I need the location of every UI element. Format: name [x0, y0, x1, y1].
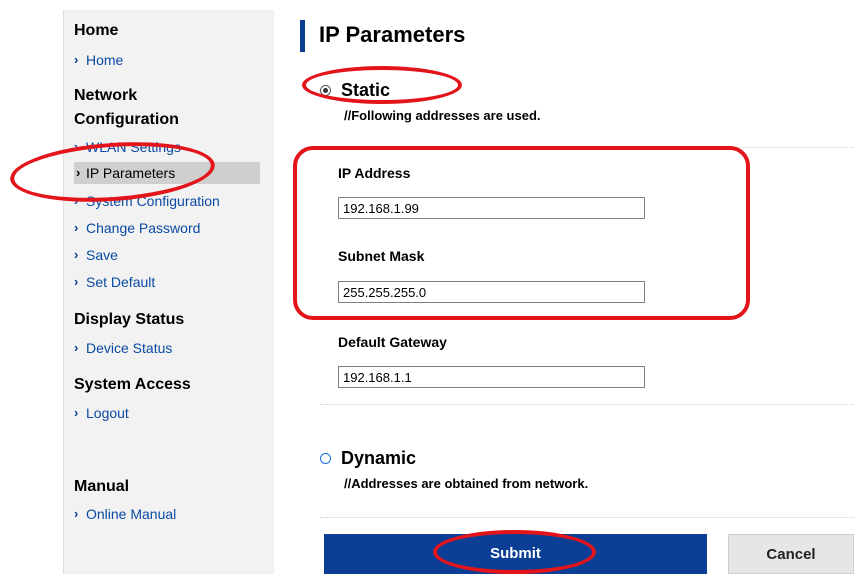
default-gateway-label: Default Gateway [338, 334, 447, 350]
sidebar: Home › Home Network Configuration › WLAN S… [63, 10, 274, 574]
sidebar-item-ip-parameters[interactable]: › IP Parameters [74, 162, 260, 184]
chevron-right-icon: › [74, 274, 79, 289]
chevron-right-icon: › [74, 220, 79, 235]
chevron-right-icon: › [74, 52, 79, 67]
dynamic-radio-option[interactable]: Dynamic [320, 448, 416, 469]
chevron-right-icon: › [74, 506, 79, 521]
sidebar-item-set-default[interactable]: › Set Default [64, 273, 155, 291]
sidebar-item-label: IP Parameters [86, 165, 176, 181]
sidebar-section-manual: Manual [74, 478, 130, 495]
sidebar-item-label: Online Manual [86, 506, 177, 522]
sidebar-item-label: Save [86, 247, 118, 263]
sidebar-item-label: Set Default [86, 274, 156, 290]
sidebar-section-system-access: System Access [74, 376, 191, 393]
static-label: Static [341, 80, 391, 100]
sidebar-item-home[interactable]: › Home [64, 51, 123, 69]
ip-address-input[interactable] [338, 197, 645, 219]
sidebar-item-label: Logout [86, 405, 129, 421]
divider [320, 404, 854, 405]
chevron-right-icon: › [76, 165, 81, 180]
chevron-right-icon: › [74, 405, 79, 420]
sidebar-item-save[interactable]: › Save [64, 246, 118, 264]
sidebar-item-online-manual[interactable]: › Online Manual [64, 505, 176, 523]
sidebar-item-logout[interactable]: › Logout [64, 404, 129, 422]
sidebar-section-network-line1: Network [74, 87, 138, 104]
static-note: //Following addresses are used. [344, 108, 541, 123]
page-title: IP Parameters [300, 20, 465, 52]
sidebar-item-label: WLAN Settings [86, 139, 181, 155]
divider [320, 147, 854, 148]
chevron-right-icon: › [74, 247, 79, 262]
sidebar-section-network-line2: Configuration [74, 111, 179, 128]
radio-unchecked-icon[interactable] [320, 453, 331, 464]
static-radio-option[interactable]: Static [320, 80, 390, 101]
sidebar-item-label: Device Status [86, 340, 173, 356]
sidebar-item-change-password[interactable]: › Change Password [64, 219, 200, 237]
sidebar-item-device-status[interactable]: › Device Status [64, 339, 172, 357]
sidebar-section-display-status: Display Status [74, 311, 185, 328]
divider [320, 517, 854, 518]
sidebar-item-label: Change Password [86, 220, 201, 236]
ip-address-label: IP Address [338, 165, 411, 181]
sidebar-item-system-configuration[interactable]: › System Configuration [64, 192, 220, 210]
subnet-mask-input[interactable] [338, 281, 645, 303]
dynamic-label: Dynamic [341, 448, 417, 468]
main-content: IP Parameters Static //Following address… [300, 0, 854, 574]
dynamic-note: //Addresses are obtained from network. [344, 476, 589, 491]
subnet-mask-label: Subnet Mask [338, 248, 425, 264]
chevron-right-icon: › [74, 340, 79, 355]
sidebar-item-wlan-settings[interactable]: › WLAN Settings [64, 138, 181, 156]
default-gateway-input[interactable] [338, 366, 645, 388]
chevron-right-icon: › [74, 193, 79, 208]
sidebar-item-label: System Configuration [86, 193, 220, 209]
radio-checked-icon[interactable] [320, 85, 331, 96]
sidebar-item-label: Home [86, 52, 124, 68]
chevron-right-icon: › [74, 139, 79, 154]
submit-button[interactable]: Submit [324, 534, 707, 574]
sidebar-section-home: Home [74, 22, 119, 39]
cancel-button[interactable]: Cancel [728, 534, 854, 574]
